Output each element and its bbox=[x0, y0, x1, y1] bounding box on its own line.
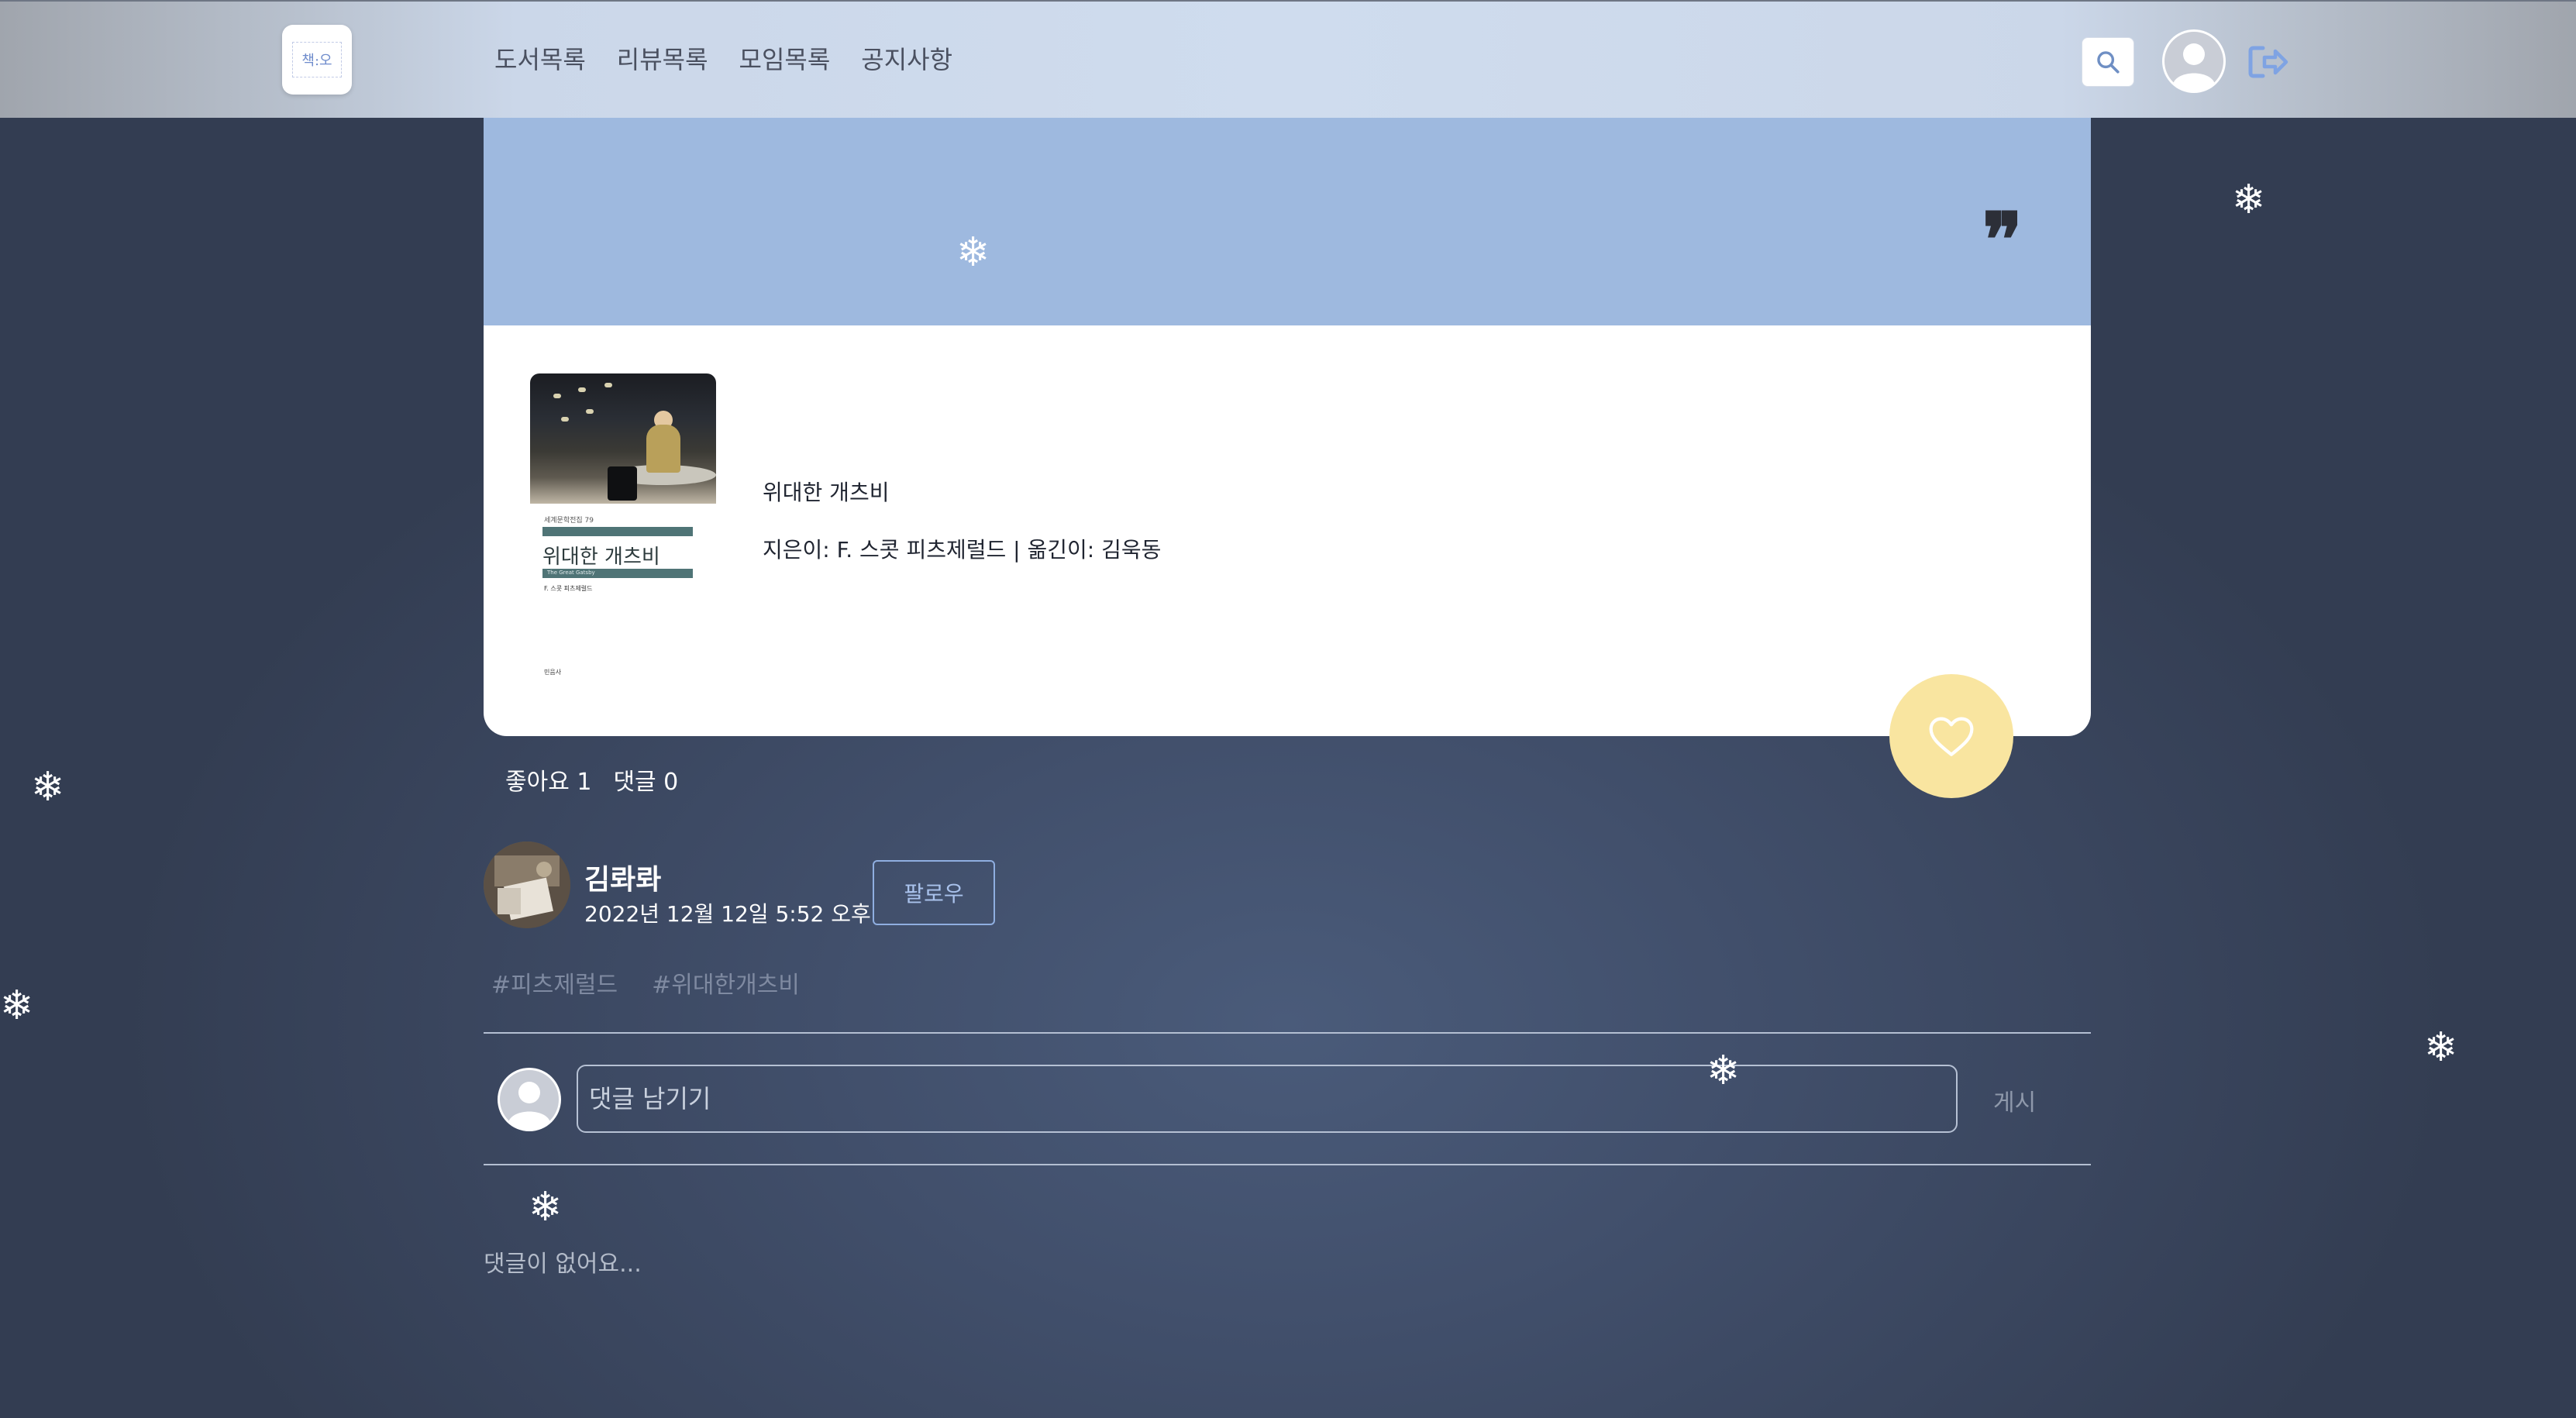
heart-icon bbox=[1929, 717, 1974, 756]
lamp-light bbox=[561, 417, 569, 422]
empty-comments-message: 댓글이 없어요... bbox=[484, 1251, 642, 1278]
cover-title: 위대한 개츠비 bbox=[542, 546, 660, 569]
lamp-light bbox=[553, 394, 561, 398]
lamp-light bbox=[604, 383, 612, 387]
snowflake-icon: ❄ bbox=[956, 229, 990, 276]
home-logo[interactable]: 책:오 bbox=[282, 25, 352, 95]
cover-band bbox=[542, 527, 693, 536]
quote-panel bbox=[484, 118, 2091, 325]
cover-painting bbox=[530, 373, 716, 504]
cover-publisher: 민음사 bbox=[544, 669, 562, 676]
top-navbar: 책:오 도서목록 리뷰목록 모임목록 공지사항 bbox=[0, 0, 2576, 118]
like-count: 좋아요 1 bbox=[505, 769, 592, 796]
cover-chair bbox=[608, 466, 637, 501]
divider bbox=[484, 1032, 2091, 1034]
tag[interactable]: #위대한개츠비 bbox=[652, 965, 800, 1000]
post-stats: 좋아요 1 댓글 0 bbox=[505, 762, 678, 797]
book-card bbox=[484, 325, 2091, 736]
nav-link-books[interactable]: 도서목록 bbox=[494, 40, 586, 76]
quote-mark-icon: ❞ bbox=[1982, 196, 2023, 284]
nav-link-reviews[interactable]: 리뷰목록 bbox=[617, 40, 708, 76]
post-date: 2022년 12월 12일 5:52 오후 bbox=[584, 901, 871, 927]
logout-icon[interactable] bbox=[2247, 43, 2289, 81]
author-avatar[interactable] bbox=[484, 842, 570, 928]
comment-input[interactable] bbox=[577, 1065, 1958, 1133]
snowflake-icon: ❄ bbox=[2232, 177, 2266, 223]
snowflake-icon: ❄ bbox=[529, 1184, 563, 1230]
snowflake-icon: ❄ bbox=[2424, 1024, 2458, 1071]
search-button[interactable] bbox=[2082, 37, 2134, 87]
like-button[interactable] bbox=[1889, 674, 2013, 798]
book-cover-image[interactable]: 세계문학전집 79 위대한 개츠비 The Great Gatsby F. 스콧… bbox=[530, 373, 716, 685]
book-title[interactable]: 위대한 개츠비 bbox=[763, 476, 889, 507]
follow-button[interactable]: 팔로우 bbox=[873, 860, 995, 925]
user-avatar-icon[interactable] bbox=[2162, 29, 2226, 93]
post-comment-button[interactable]: 게시 bbox=[1993, 1083, 2036, 1117]
main-nav: 도서목록 리뷰목록 모임목록 공지사항 bbox=[494, 40, 952, 76]
cover-series: 세계문학전집 79 bbox=[544, 517, 594, 525]
tag[interactable]: #피츠제럴드 bbox=[491, 965, 618, 1000]
lamp-light bbox=[586, 409, 594, 414]
divider bbox=[484, 1164, 2091, 1165]
cover-subtitle: The Great Gatsby bbox=[547, 570, 595, 576]
nav-link-meetings[interactable]: 모임목록 bbox=[739, 40, 831, 76]
search-icon bbox=[2097, 51, 2120, 74]
book-meta: 지은이: F. 스콧 피츠제럴드 | 옮긴이: 김욱동 bbox=[763, 537, 1162, 563]
snowflake-icon: ❄ bbox=[31, 764, 65, 811]
nav-link-notices[interactable]: 공지사항 bbox=[861, 40, 952, 76]
cover-figure bbox=[646, 425, 680, 473]
tag-list: #피츠제럴드 #위대한개츠비 bbox=[491, 965, 800, 1000]
cover-author: F. 스콧 피츠제럴드 bbox=[544, 585, 593, 592]
comment-count: 댓글 0 bbox=[613, 769, 679, 796]
author-name[interactable]: 김롸롸 bbox=[584, 857, 661, 897]
snowflake-icon: ❄ bbox=[1706, 1048, 1741, 1094]
commenter-avatar-icon bbox=[498, 1068, 561, 1131]
lamp-light bbox=[578, 387, 586, 392]
author-avatar-photo bbox=[484, 842, 570, 928]
logo-text: 책:오 bbox=[292, 42, 342, 77]
snowflake-icon: ❄ bbox=[0, 983, 34, 1029]
